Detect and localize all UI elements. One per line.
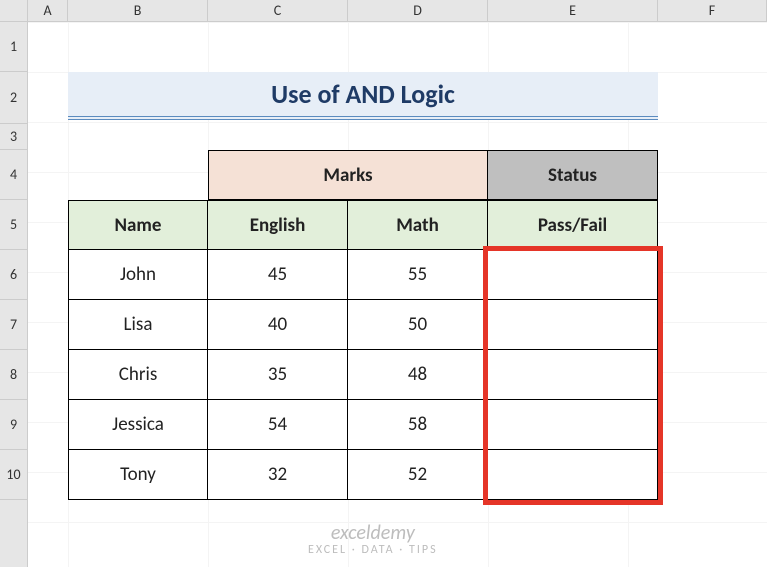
cell-name[interactable]: John — [68, 250, 208, 300]
row-header-4[interactable]: 4 — [0, 150, 27, 200]
cell-status[interactable] — [488, 450, 658, 500]
cell-name[interactable]: Tony — [68, 450, 208, 500]
row-header-3[interactable]: 3 — [0, 124, 27, 150]
col-header-D[interactable]: D — [348, 0, 488, 21]
row-header-1[interactable]: 1 — [0, 22, 27, 72]
page-title: Use of AND Logic — [68, 72, 658, 120]
row-header-5[interactable]: 5 — [0, 200, 27, 250]
table-row: Chris 35 48 — [68, 350, 658, 400]
column-header-row: A B C D E F — [0, 0, 767, 22]
cell-status[interactable] — [488, 250, 658, 300]
cell-english[interactable]: 32 — [208, 450, 348, 500]
table-header-row-1: Marks Status — [68, 150, 658, 200]
row-header-8[interactable]: 8 — [0, 350, 27, 400]
header-status[interactable]: Status — [488, 150, 658, 200]
col-header-C[interactable]: C — [208, 0, 348, 21]
header-name[interactable]: Name — [68, 200, 208, 250]
col-header-B[interactable]: B — [68, 0, 208, 21]
watermark: exceldemy EXCEL · DATA · TIPS — [308, 522, 438, 557]
cell-status[interactable] — [488, 350, 658, 400]
cell-english[interactable]: 54 — [208, 400, 348, 450]
row-header-7[interactable]: 7 — [0, 300, 27, 350]
cell-english[interactable]: 40 — [208, 300, 348, 350]
header-math[interactable]: Math — [348, 200, 488, 250]
table-header-row-2: Name English Math Pass/Fail — [68, 200, 658, 250]
cell-math[interactable]: 58 — [348, 400, 488, 450]
header-passfail[interactable]: Pass/Fail — [488, 200, 658, 250]
row-header-10[interactable]: 10 — [0, 450, 27, 500]
data-table: Marks Status Name English Math Pass/Fail… — [68, 150, 658, 500]
cell-math[interactable]: 50 — [348, 300, 488, 350]
header-english[interactable]: English — [208, 200, 348, 250]
col-header-E[interactable]: E — [488, 0, 658, 21]
cell-name[interactable]: Chris — [68, 350, 208, 400]
cell-name[interactable]: Lisa — [68, 300, 208, 350]
cell-status[interactable] — [488, 400, 658, 450]
cell-name[interactable]: Jessica — [68, 400, 208, 450]
table-row: Jessica 54 58 — [68, 400, 658, 450]
row-header-6[interactable]: 6 — [0, 250, 27, 300]
watermark-tagline: EXCEL · DATA · TIPS — [308, 544, 438, 557]
spreadsheet: A B C D E F 1 2 3 4 5 6 7 8 9 10 Use of … — [0, 0, 767, 567]
table-row: Lisa 40 50 — [68, 300, 658, 350]
col-header-A[interactable]: A — [28, 0, 68, 21]
cell-english[interactable]: 45 — [208, 250, 348, 300]
table-row: Tony 32 52 — [68, 450, 658, 500]
cell-empty-b4[interactable] — [68, 150, 208, 200]
cell-math[interactable]: 55 — [348, 250, 488, 300]
cell-status[interactable] — [488, 300, 658, 350]
col-header-F[interactable]: F — [658, 0, 767, 21]
watermark-brand: exceldemy — [308, 522, 438, 544]
cell-grid[interactable]: Use of AND Logic Marks Status Name Engli… — [28, 22, 767, 567]
cell-math[interactable]: 52 — [348, 450, 488, 500]
table-row: John 45 55 — [68, 250, 658, 300]
select-all-corner[interactable] — [0, 0, 28, 21]
cell-english[interactable]: 35 — [208, 350, 348, 400]
header-marks[interactable]: Marks — [208, 150, 488, 200]
cell-math[interactable]: 48 — [348, 350, 488, 400]
row-header-9[interactable]: 9 — [0, 400, 27, 450]
row-header-2[interactable]: 2 — [0, 72, 27, 124]
row-header-strip: 1 2 3 4 5 6 7 8 9 10 — [0, 22, 28, 567]
